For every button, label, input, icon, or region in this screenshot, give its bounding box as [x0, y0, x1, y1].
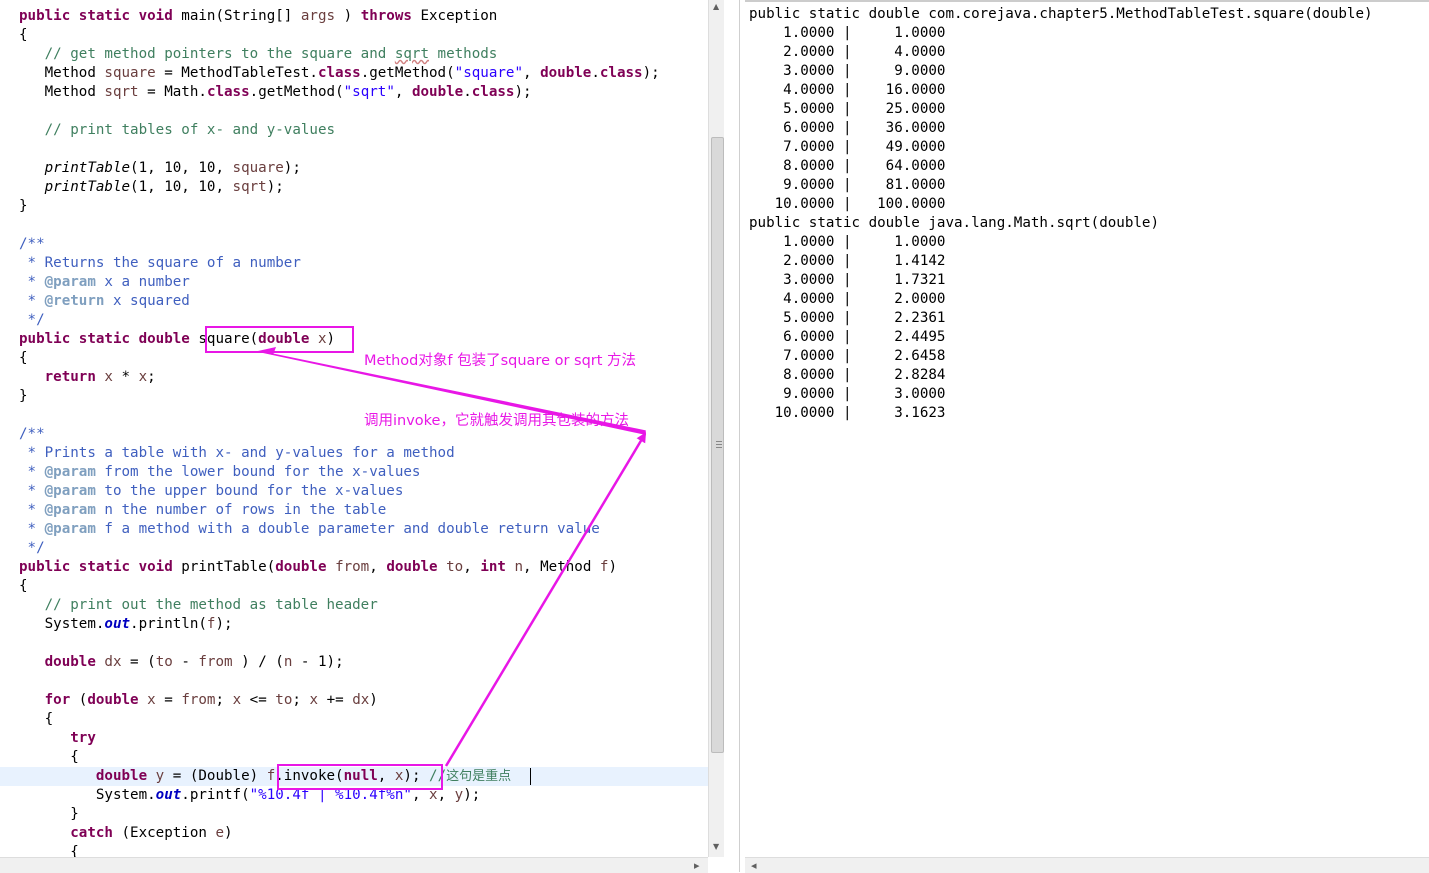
- annotation-text: Method对象f 包装了square or sqrt 方法 调用invoke，…: [364, 311, 636, 451]
- annotation-line-2: 调用invoke，它就触发调用其包装的方法: [364, 413, 629, 429]
- annotation-line-1: Method对象f 包装了square or sqrt 方法: [364, 353, 637, 369]
- arrow-to-annotation: [444, 432, 647, 767]
- annotation-arrows: [258, 347, 647, 767]
